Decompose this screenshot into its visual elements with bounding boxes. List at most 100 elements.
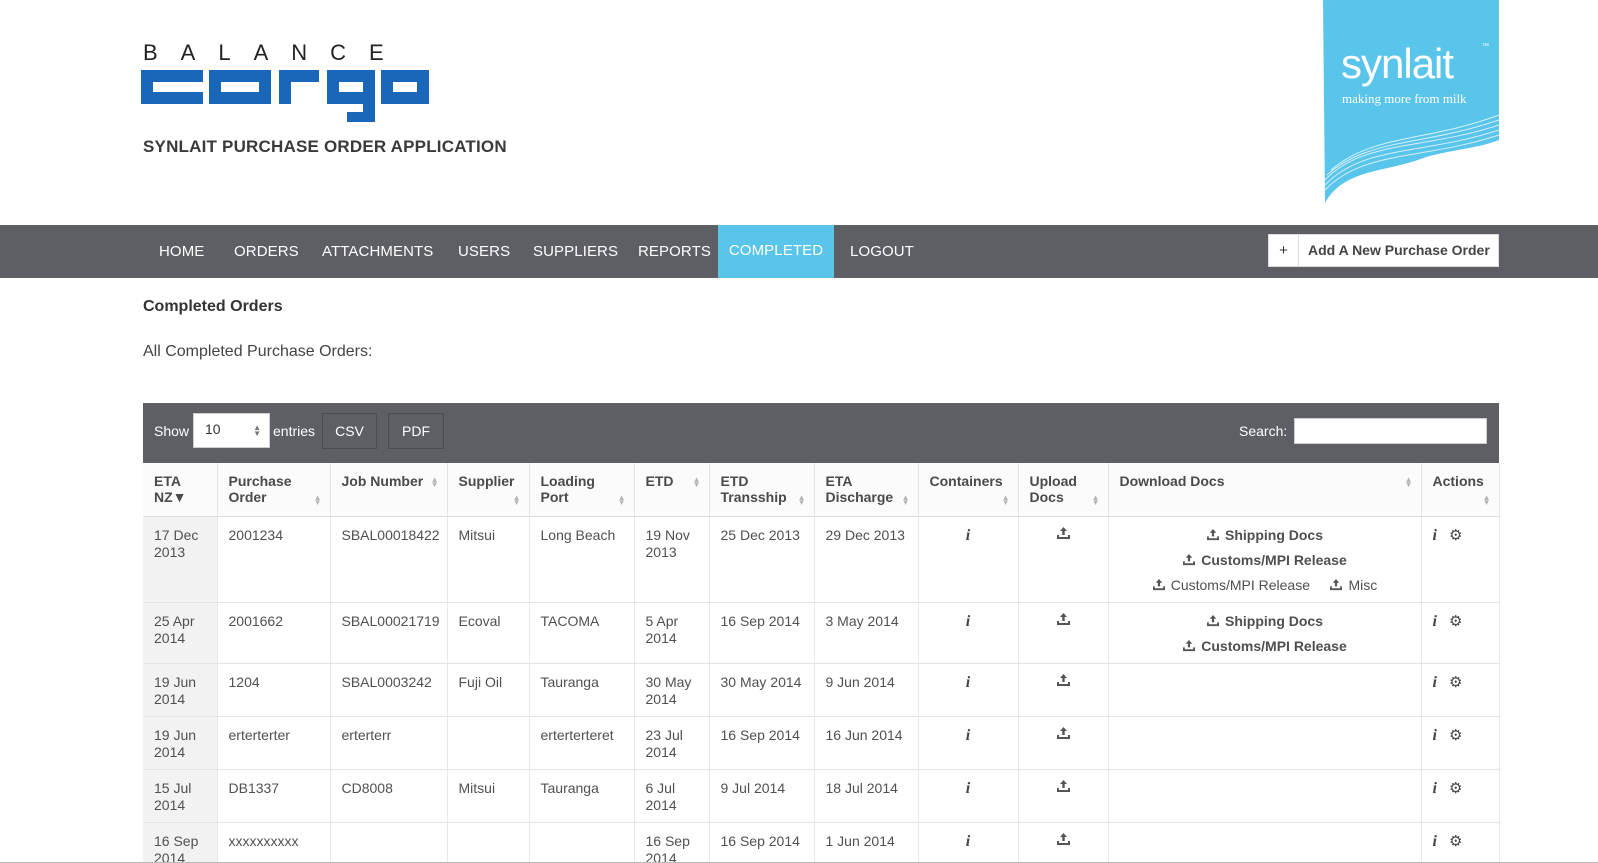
- cell-download-docs: Shipping Docs Customs/MPI Release: [1108, 602, 1422, 664]
- download-link-customs-mpi-release[interactable]: Customs/MPI Release: [1120, 552, 1410, 569]
- add-purchase-order-label: Add A New Purchase Order: [1308, 242, 1490, 258]
- entries-per-page-select[interactable]: 10 ▲ ▼: [193, 413, 270, 448]
- upload-icon[interactable]: [1056, 832, 1071, 846]
- download-link-misc[interactable]: Misc: [1329, 577, 1377, 593]
- col-supplier[interactable]: Supplier ▲ ▼: [447, 463, 530, 517]
- cell-etd: 6 Jul 2014: [634, 769, 710, 823]
- nav-users[interactable]: USERS: [458, 225, 510, 278]
- cell-actions: i ⚙: [1421, 516, 1500, 603]
- table-row: 15 Jul 2014 DB1337 CD8008 Mitsui Tauranga…: [143, 769, 1500, 823]
- cell-eta-discharge: 1 Jun 2014: [814, 822, 919, 863]
- cell-job-number: erterterr: [330, 716, 448, 770]
- cell-download-docs: [1108, 822, 1422, 863]
- download-icon: [1183, 639, 1196, 651]
- cell-loading-port: [529, 822, 635, 863]
- cell-supplier: Ecoval: [447, 602, 530, 664]
- upload-icon[interactable]: [1056, 726, 1071, 740]
- search-label: Search:: [1239, 423, 1288, 439]
- col-upload-docs[interactable]: Upload Docs ▲ ▼: [1018, 463, 1109, 517]
- info-icon[interactable]: i: [966, 727, 970, 744]
- cell-eta-discharge: 18 Jul 2014: [814, 769, 919, 823]
- nav-logout[interactable]: LOGOUT: [850, 225, 914, 278]
- download-icon: [1330, 578, 1343, 590]
- page-header: BALANCE SYNLAIT PURCHASE ORDER APPLICATI…: [0, 0, 1598, 225]
- gear-icon[interactable]: ⚙: [1449, 613, 1462, 630]
- cell-upload-docs: [1018, 769, 1109, 823]
- info-icon[interactable]: i: [966, 833, 970, 850]
- nav-reports[interactable]: REPORTS: [638, 225, 711, 278]
- upload-icon[interactable]: [1056, 779, 1071, 793]
- synlait-logo-text: synlait: [1341, 40, 1454, 87]
- cell-etd: 5 Apr 2014: [634, 602, 710, 664]
- col-download-docs[interactable]: Download Docs ▲ ▼: [1108, 463, 1422, 517]
- col-actions[interactable]: Actions ▲ ▼: [1421, 463, 1500, 517]
- info-icon[interactable]: i: [1433, 674, 1437, 691]
- info-icon[interactable]: i: [966, 527, 970, 544]
- cell-etd: 16 Sep 2014: [634, 822, 710, 863]
- entries-label: entries: [273, 423, 316, 439]
- cell-loading-port: erterterteret: [529, 716, 635, 770]
- download-link-customs-mpi-release[interactable]: Customs/MPI Release: [1152, 577, 1310, 593]
- col-loading-port[interactable]: Loading Port ▲ ▼: [529, 463, 635, 517]
- info-icon[interactable]: i: [966, 674, 970, 691]
- col-job-number[interactable]: Job Number ▲ ▼: [330, 463, 448, 517]
- cell-containers: i: [918, 516, 1019, 603]
- cell-containers: i: [918, 716, 1019, 770]
- cell-etd: 30 May 2014: [634, 663, 710, 717]
- gear-icon[interactable]: ⚙: [1449, 527, 1462, 544]
- sort-icon: ▲ ▼: [1001, 492, 1010, 507]
- cell-etd-transship: 30 May 2014: [709, 663, 815, 717]
- completed-orders-table: ETA NZ▼ Purchase Order ▲ ▼ Job Number ▲ ▼ Supp…: [143, 463, 1500, 863]
- info-icon[interactable]: i: [1433, 527, 1437, 544]
- cell-job-number: CD8008: [330, 769, 448, 823]
- download-icon: [1183, 553, 1196, 565]
- nav-completed[interactable]: COMPLETED: [718, 225, 834, 278]
- cell-job-number: [330, 822, 448, 863]
- col-etd[interactable]: ETD ▲ ▼: [634, 463, 710, 517]
- add-purchase-order-button[interactable]: + Add A New Purchase Order: [1268, 234, 1499, 267]
- nav-suppliers[interactable]: SUPPLIERS: [533, 225, 618, 278]
- upload-icon[interactable]: [1056, 612, 1071, 626]
- upload-icon[interactable]: [1056, 526, 1071, 540]
- sort-icon: ▲ ▼: [1091, 492, 1100, 507]
- export-csv-button[interactable]: CSV: [322, 413, 377, 449]
- cell-loading-port: Tauranga: [529, 663, 635, 717]
- gear-icon[interactable]: ⚙: [1449, 727, 1462, 744]
- gear-icon[interactable]: ⚙: [1449, 833, 1462, 850]
- upload-icon[interactable]: [1056, 673, 1071, 687]
- col-etd-transship[interactable]: ETD Transship ▲ ▼: [709, 463, 815, 517]
- download-link-shipping-docs[interactable]: Shipping Docs: [1120, 527, 1410, 544]
- cell-job-number: SBAL0003242: [330, 663, 448, 717]
- download-link-customs-mpi-release[interactable]: Customs/MPI Release: [1120, 638, 1410, 655]
- export-pdf-button[interactable]: PDF: [388, 413, 444, 449]
- info-icon[interactable]: i: [1433, 780, 1437, 797]
- info-icon[interactable]: i: [1433, 613, 1437, 630]
- gear-icon[interactable]: ⚙: [1449, 674, 1462, 691]
- cell-download-docs: Shipping Docs Customs/MPI Release Custom…: [1108, 516, 1422, 603]
- cell-supplier: [447, 716, 530, 770]
- download-link-shipping-docs[interactable]: Shipping Docs: [1120, 613, 1410, 630]
- balance-cargo-logo[interactable]: [141, 60, 441, 130]
- col-purchase-order[interactable]: Purchase Order ▲ ▼: [217, 463, 331, 517]
- col-eta-nz[interactable]: ETA NZ▼: [143, 463, 218, 517]
- cell-loading-port: Tauranga: [529, 769, 635, 823]
- nav-attachments[interactable]: ATTACHMENTS: [322, 225, 433, 278]
- cell-upload-docs: [1018, 822, 1109, 863]
- col-containers[interactable]: Containers ▲ ▼: [918, 463, 1019, 517]
- gear-icon[interactable]: ⚙: [1449, 780, 1462, 797]
- search-input[interactable]: [1294, 418, 1487, 444]
- cell-supplier: Fuji Oil: [447, 663, 530, 717]
- cell-supplier: Mitsui: [447, 516, 530, 603]
- col-eta-discharge[interactable]: ETA Discharge ▲ ▼: [814, 463, 919, 517]
- info-icon[interactable]: i: [966, 613, 970, 630]
- cell-upload-docs: [1018, 602, 1109, 664]
- nav-home[interactable]: HOME: [159, 225, 204, 278]
- info-icon[interactable]: i: [1433, 727, 1437, 744]
- info-icon[interactable]: i: [1433, 833, 1437, 850]
- nav-orders[interactable]: ORDERS: [234, 225, 299, 278]
- cell-download-docs: [1108, 663, 1422, 717]
- info-icon[interactable]: i: [966, 780, 970, 797]
- trademark-mark: ™: [1482, 43, 1489, 50]
- cell-etd-transship: 16 Sep 2014: [709, 822, 815, 863]
- cell-purchase-order: erterterter: [217, 716, 331, 770]
